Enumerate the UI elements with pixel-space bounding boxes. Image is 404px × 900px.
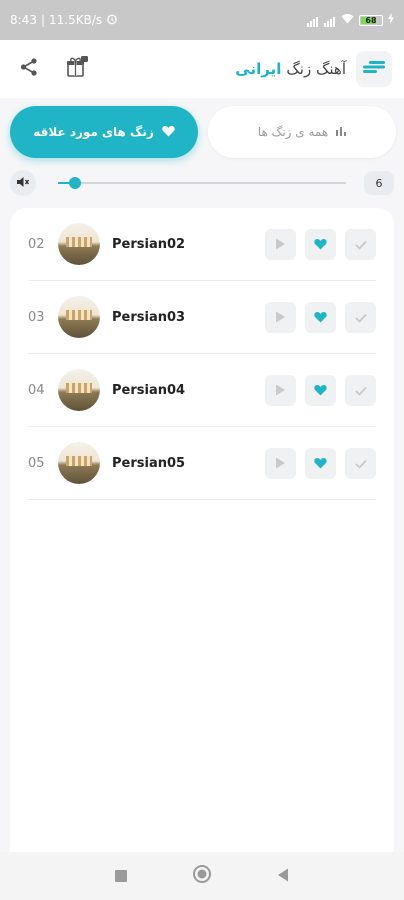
status-separator: | bbox=[40, 13, 45, 27]
recents-button[interactable] bbox=[106, 861, 136, 891]
network-speed: 11.5KB/s bbox=[49, 13, 103, 27]
heart-icon bbox=[314, 235, 327, 254]
status-right: 68 bbox=[307, 13, 394, 27]
battery-level: 68 bbox=[365, 15, 377, 25]
gift-button[interactable] bbox=[60, 52, 94, 86]
play-button[interactable] bbox=[265, 447, 296, 479]
row-actions bbox=[265, 447, 376, 479]
volume-button[interactable] bbox=[10, 170, 36, 196]
wifi-icon bbox=[341, 13, 354, 27]
app-title: ایرانی آهنگ زنگ bbox=[235, 60, 346, 78]
tab-favorites[interactable]: زنگ های مورد علاقه bbox=[10, 106, 198, 158]
volume-slider[interactable] bbox=[58, 177, 346, 189]
check-icon bbox=[354, 235, 367, 254]
battery-icon: 68 bbox=[359, 14, 383, 26]
speaker-icon bbox=[16, 174, 30, 193]
menu-button[interactable] bbox=[356, 51, 392, 87]
back-triangle-icon bbox=[277, 867, 289, 886]
status-left: 8:43 | 11.5KB/s bbox=[10, 13, 118, 28]
tab-bar: زنگ های مورد علاقه همه ی زنگ ها bbox=[10, 106, 396, 158]
list-item[interactable]: 04 Persian04 bbox=[28, 354, 376, 427]
play-button[interactable] bbox=[265, 374, 296, 406]
signal-icon-2 bbox=[324, 13, 336, 27]
square-icon bbox=[114, 867, 127, 886]
list-item[interactable]: 02 Persian02 bbox=[28, 208, 376, 281]
ringtone-title: Persian04 bbox=[112, 382, 186, 398]
play-icon bbox=[275, 308, 286, 327]
app-title-prefix: آهنگ زنگ bbox=[286, 60, 346, 78]
menu-icon bbox=[363, 59, 385, 79]
check-icon bbox=[354, 308, 367, 327]
tab-favorites-label: زنگ های مورد علاقه bbox=[33, 125, 154, 139]
favorite-button[interactable] bbox=[305, 447, 336, 479]
ringtone-title: Persian02 bbox=[112, 236, 186, 252]
play-icon bbox=[275, 454, 286, 473]
heart-icon bbox=[314, 454, 327, 473]
status-time: 8:43 bbox=[10, 13, 37, 27]
ringtone-number: 05 bbox=[28, 455, 45, 471]
signal-icon bbox=[307, 13, 319, 27]
heart-icon bbox=[162, 125, 175, 140]
share-icon bbox=[18, 56, 40, 82]
row-actions bbox=[265, 228, 376, 260]
play-icon bbox=[275, 235, 286, 254]
ringtone-thumbnail bbox=[58, 369, 100, 411]
favorite-button[interactable] bbox=[305, 374, 336, 406]
tab-all-label: همه ی زنگ ها bbox=[257, 125, 329, 139]
gift-icon bbox=[65, 55, 89, 83]
share-button[interactable] bbox=[12, 52, 46, 86]
ringtone-number: 02 bbox=[28, 236, 45, 252]
row-actions bbox=[265, 374, 376, 406]
set-ringtone-button[interactable] bbox=[345, 301, 376, 333]
play-icon bbox=[275, 381, 286, 400]
back-button[interactable] bbox=[268, 861, 298, 891]
ringtone-title: Persian05 bbox=[112, 455, 186, 471]
heart-icon bbox=[314, 308, 327, 327]
navigation-bar bbox=[0, 852, 404, 900]
set-ringtone-button[interactable] bbox=[345, 447, 376, 479]
app-bar: ایرانی آهنگ زنگ bbox=[0, 40, 404, 98]
heart-icon bbox=[314, 381, 327, 400]
alarm-icon bbox=[106, 13, 118, 28]
ringtone-number: 04 bbox=[28, 382, 45, 398]
bar-chart-icon bbox=[336, 125, 347, 139]
set-ringtone-button[interactable] bbox=[345, 228, 376, 260]
list-item[interactable]: 05 Persian05 bbox=[28, 427, 376, 500]
home-circle-icon bbox=[192, 864, 212, 888]
play-button[interactable] bbox=[265, 301, 296, 333]
ringtone-thumbnail bbox=[58, 296, 100, 338]
ringtone-list: 02 Persian02 03 Persian03 04 Persian04 0… bbox=[10, 208, 394, 852]
tab-all-ringtones[interactable]: همه ی زنگ ها bbox=[208, 106, 396, 158]
play-button[interactable] bbox=[265, 228, 296, 260]
home-button[interactable] bbox=[187, 861, 217, 891]
check-icon bbox=[354, 454, 367, 473]
volume-value: 6 bbox=[364, 171, 394, 195]
ringtone-thumbnail bbox=[58, 442, 100, 484]
app-title-brand: ایرانی bbox=[235, 60, 282, 78]
charging-icon bbox=[388, 13, 394, 27]
volume-row: 6 bbox=[10, 170, 394, 196]
ringtone-thumbnail bbox=[58, 223, 100, 265]
row-actions bbox=[265, 301, 376, 333]
status-bar: 8:43 | 11.5KB/s 68 bbox=[0, 0, 404, 40]
volume-slider-thumb[interactable] bbox=[69, 177, 82, 189]
check-icon bbox=[354, 381, 367, 400]
set-ringtone-button[interactable] bbox=[345, 374, 376, 406]
favorite-button[interactable] bbox=[305, 228, 336, 260]
favorite-button[interactable] bbox=[305, 301, 336, 333]
ringtone-title: Persian03 bbox=[112, 309, 186, 325]
ringtone-number: 03 bbox=[28, 309, 45, 325]
list-item[interactable]: 03 Persian03 bbox=[28, 281, 376, 354]
